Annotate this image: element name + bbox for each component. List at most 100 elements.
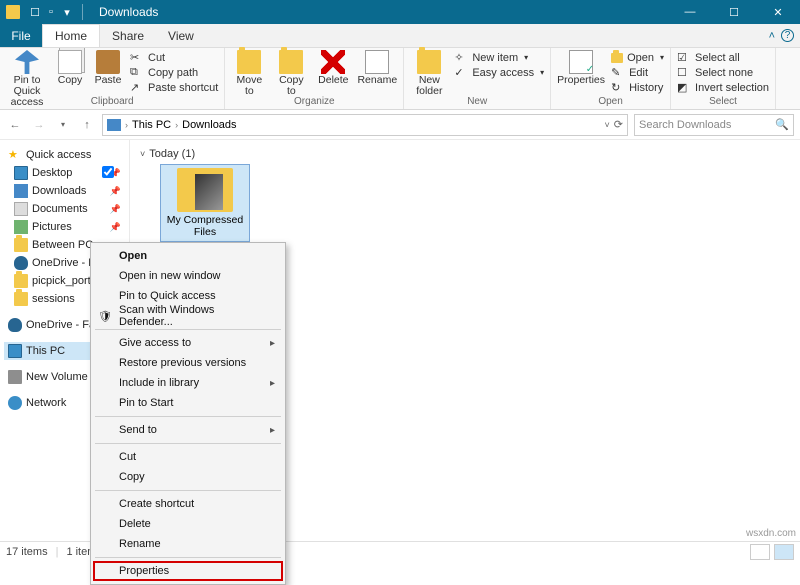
new-folder-label: New folder: [416, 75, 442, 97]
ctx-scan-defender[interactable]: 🛡Scan with Windows Defender...: [93, 306, 283, 326]
paste-shortcut-icon: ↗: [130, 81, 144, 95]
recent-locations-button[interactable]: ▾: [54, 116, 72, 134]
ctx-pin-quick-access[interactable]: Pin to Quick access: [93, 286, 283, 306]
rename-button[interactable]: Rename: [357, 50, 397, 86]
ctx-cut[interactable]: Cut: [93, 447, 283, 467]
delete-button[interactable]: Delete: [315, 50, 351, 86]
rename-label: Rename: [357, 75, 397, 86]
copy-path-button[interactable]: ⧉Copy path: [130, 65, 218, 80]
ctx-label: Copy: [119, 471, 145, 483]
select-all-label: Select all: [695, 52, 740, 64]
edit-button[interactable]: ✎Edit: [611, 65, 664, 80]
up-button[interactable]: ↑: [78, 116, 96, 134]
ctx-open[interactable]: Open: [93, 246, 283, 266]
ctx-give-access[interactable]: Give access to▸: [93, 333, 283, 353]
downloads-icon: [14, 184, 28, 198]
ctx-open-new-window[interactable]: Open in new window: [93, 266, 283, 286]
close-button[interactable]: ✕: [756, 0, 800, 24]
ribbon-open-group: Properties Open▾ ✎Edit ↻History Open: [551, 48, 671, 109]
copy-path-label: Copy path: [148, 67, 198, 79]
nav-pictures[interactable]: Pictures📌: [4, 218, 129, 236]
back-button[interactable]: ←: [6, 116, 24, 134]
easy-access-button[interactable]: ✓Easy access▾: [454, 65, 544, 80]
qat-properties-icon[interactable]: ☐: [28, 5, 42, 19]
ribbon-collapse-icon[interactable]: ˄: [769, 30, 775, 42]
pin-icon: 📌: [110, 186, 121, 197]
open-icon: [611, 53, 623, 63]
copy-to-button[interactable]: Copy to: [273, 50, 309, 97]
address-bar[interactable]: › This PC › Downloads ˅ ⟳: [102, 114, 628, 136]
group-today[interactable]: ˅ Today (1): [140, 148, 790, 160]
ctx-pin-start[interactable]: Pin to Start: [93, 393, 283, 413]
qat-dropdown-icon[interactable]: ▾: [60, 5, 74, 19]
folder-my-compressed-files[interactable]: My Compressed Files: [160, 164, 250, 242]
file-menu[interactable]: File: [0, 24, 42, 47]
select-all-button[interactable]: ☑Select all: [677, 50, 769, 65]
ctx-properties[interactable]: Properties: [93, 561, 283, 581]
ctx-restore-versions[interactable]: Restore previous versions: [93, 353, 283, 373]
invert-selection-button[interactable]: ◩Invert selection: [677, 81, 769, 96]
nav-label: Between PCs: [32, 239, 99, 251]
separator: [95, 557, 281, 558]
separator: [95, 443, 281, 444]
ctx-rename[interactable]: Rename: [93, 534, 283, 554]
cut-icon: ✂: [130, 51, 144, 65]
tiles-view-button[interactable]: [774, 544, 794, 560]
folder-icon: [6, 5, 20, 19]
invert-selection-label: Invert selection: [695, 82, 769, 94]
group-older[interactable]: › go (14): [212, 352, 790, 364]
minimize-button[interactable]: —: [668, 0, 712, 24]
copy-button[interactable]: Copy: [54, 50, 86, 86]
chevron-down-icon: ▾: [524, 53, 528, 62]
forward-button[interactable]: →: [30, 116, 48, 134]
open-button[interactable]: Open▾: [611, 50, 664, 65]
new-item-label: New item: [472, 52, 518, 64]
nav-quick-access[interactable]: ★Quick access: [4, 146, 129, 164]
breadcrumb[interactable]: This PC: [132, 119, 171, 131]
this-pc-icon: [8, 344, 22, 358]
new-item-button[interactable]: ✧New item▾: [454, 50, 544, 65]
nav-documents[interactable]: Documents📌: [4, 200, 129, 218]
nav-label: Network: [26, 397, 66, 409]
ctx-send-to[interactable]: Send to▸: [93, 420, 283, 440]
item-checkbox[interactable]: [102, 166, 114, 178]
details-view-button[interactable]: [750, 544, 770, 560]
select-none-button[interactable]: ☐Select none: [677, 65, 769, 80]
help-icon[interactable]: ?: [781, 29, 794, 42]
breadcrumb[interactable]: Downloads: [182, 119, 236, 131]
tab-share[interactable]: Share: [100, 24, 156, 47]
maximize-button[interactable]: ☐: [712, 0, 756, 24]
history-button[interactable]: ↻History: [611, 81, 664, 96]
tab-home[interactable]: Home: [42, 24, 100, 47]
ctx-label: Open: [119, 250, 147, 262]
ctx-include-library[interactable]: Include in library▸: [93, 373, 283, 393]
refresh-icon[interactable]: ⟳: [614, 118, 623, 131]
titlebar-left: ☐ ▫ ▾ Downloads: [0, 4, 158, 20]
move-to-label: Move to: [236, 75, 262, 97]
chevron-right-icon: ›: [175, 120, 178, 130]
delete-icon: [321, 50, 345, 74]
search-input[interactable]: Search Downloads 🔍: [634, 114, 794, 136]
move-to-button[interactable]: Move to: [231, 50, 267, 97]
separator: [95, 490, 281, 491]
nav-downloads[interactable]: Downloads📌: [4, 182, 129, 200]
ctx-copy[interactable]: Copy: [93, 467, 283, 487]
quick-access-toolbar: ☐ ▫ ▾: [28, 5, 74, 19]
properties-button[interactable]: Properties: [557, 50, 605, 86]
paste-button[interactable]: Paste: [92, 50, 124, 86]
paste-shortcut-button[interactable]: ↗ Paste shortcut: [130, 81, 218, 96]
ctx-create-shortcut[interactable]: Create shortcut: [93, 494, 283, 514]
tab-view[interactable]: View: [156, 24, 206, 47]
ctx-label: Pin to Quick access: [119, 290, 216, 302]
qat-newfolder-icon[interactable]: ▫: [44, 5, 58, 19]
cut-button[interactable]: ✂Cut: [130, 50, 218, 65]
ctx-delete[interactable]: Delete: [93, 514, 283, 534]
addr-dropdown-icon[interactable]: ˅: [605, 120, 610, 130]
rename-icon: [365, 50, 389, 74]
properties-label: Properties: [557, 75, 605, 86]
paste-icon: [96, 50, 120, 74]
paste-shortcut-label: Paste shortcut: [148, 82, 218, 94]
select-none-label: Select none: [695, 67, 753, 79]
new-folder-button[interactable]: New folder: [410, 50, 448, 97]
chevron-down-icon: ▾: [540, 68, 544, 77]
